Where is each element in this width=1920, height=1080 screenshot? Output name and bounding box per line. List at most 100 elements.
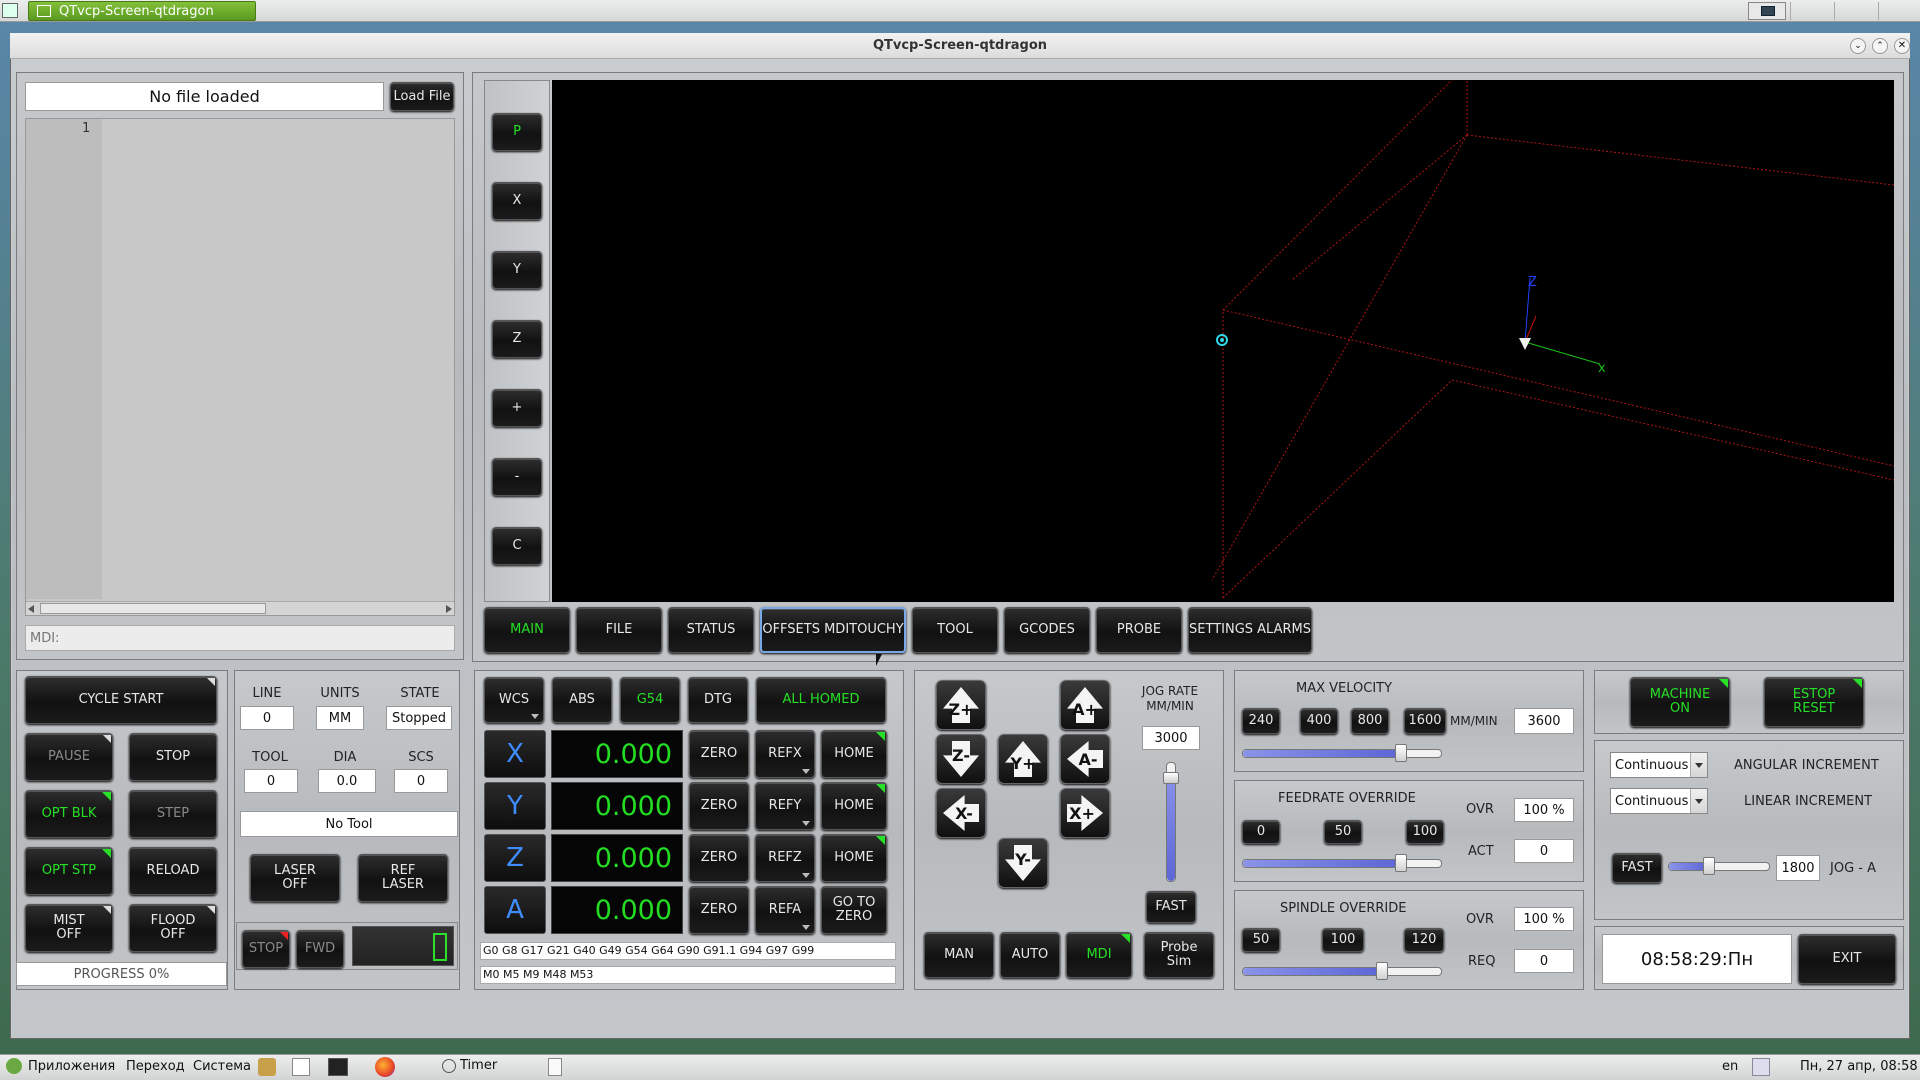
- terminal-icon[interactable]: [328, 1058, 348, 1076]
- horizontal-scrollbar[interactable]: [26, 601, 454, 615]
- home-x-button[interactable]: HOME: [821, 730, 887, 778]
- jog-z-plus-button[interactable]: Z+: [936, 680, 986, 730]
- zero-a-button[interactable]: ZERO: [689, 886, 749, 934]
- jog-rate-slider-knob[interactable]: [1163, 772, 1179, 785]
- jog-y-minus-button[interactable]: Y-: [998, 838, 1048, 888]
- zoom-out-button[interactable]: -: [492, 458, 542, 496]
- spindle-slider-knob[interactable]: [1375, 962, 1388, 980]
- zoom-in-button[interactable]: +: [492, 389, 542, 427]
- laser-off-button[interactable]: LASER OFF: [250, 854, 340, 902]
- angular-increment-select[interactable]: Continuous: [1610, 752, 1708, 778]
- tab-offsets-mditouchy[interactable]: OFFSETS MDITOUCHY: [760, 607, 906, 653]
- workspace-2[interactable]: [1790, 2, 1830, 20]
- x-axis-label[interactable]: X: [484, 730, 546, 778]
- workspace-switcher-icon[interactable]: [1748, 2, 1786, 20]
- max-vel-240-button[interactable]: 240: [1242, 708, 1280, 734]
- flood-button[interactable]: FLOOD OFF: [129, 904, 217, 952]
- spindle-100-button[interactable]: 100: [1322, 928, 1364, 952]
- cycle-start-button[interactable]: CYCLE START: [25, 676, 217, 724]
- spindle-50-button[interactable]: 50: [1242, 928, 1280, 952]
- wcs-button[interactable]: WCS: [484, 677, 544, 723]
- y-axis-label[interactable]: Y: [484, 782, 546, 830]
- window-list-button[interactable]: [548, 1058, 562, 1076]
- feedrate-slider-knob[interactable]: [1395, 854, 1408, 872]
- jog-z-minus-button[interactable]: Z-: [936, 734, 986, 784]
- workspace-3[interactable]: [1834, 2, 1874, 20]
- opt-blk-button[interactable]: OPT BLK: [25, 790, 113, 838]
- spindle-fwd-button[interactable]: FWD: [296, 930, 344, 968]
- max-velocity-slider-knob[interactable]: [1395, 744, 1408, 762]
- stop-button[interactable]: STOP: [129, 733, 217, 781]
- abs-button[interactable]: ABS: [552, 677, 612, 723]
- keyboard-layout[interactable]: en: [1722, 1059, 1738, 1074]
- mode-auto-button[interactable]: AUTO: [1000, 932, 1060, 978]
- jog-a-value[interactable]: 1800: [1776, 855, 1820, 881]
- reload-button[interactable]: RELOAD: [129, 847, 217, 895]
- jog-a-fast-button[interactable]: FAST: [1612, 853, 1662, 883]
- clear-plot-button[interactable]: C: [492, 527, 542, 565]
- jog-a-slider[interactable]: [1668, 857, 1770, 875]
- spindle-stop-button[interactable]: STOP: [242, 930, 290, 968]
- scroll-left-icon[interactable]: [28, 605, 34, 613]
- preview-z-button[interactable]: Z: [492, 320, 542, 358]
- linear-increment-select[interactable]: Continuous: [1610, 788, 1708, 814]
- zero-y-button[interactable]: ZERO: [689, 782, 749, 830]
- zero-z-button[interactable]: ZERO: [689, 834, 749, 882]
- show-desktop-icon[interactable]: [2, 3, 18, 18]
- feed-100-button[interactable]: 100: [1406, 820, 1444, 844]
- minimize-icon[interactable]: ⌄: [1850, 38, 1866, 54]
- feed-0-button[interactable]: 0: [1242, 820, 1280, 844]
- tab-probe[interactable]: PROBE: [1096, 607, 1182, 653]
- jog-x-plus-button[interactable]: X+: [1060, 788, 1110, 838]
- preview-y-button[interactable]: Y: [492, 251, 542, 289]
- refz-button[interactable]: REFZ: [755, 834, 815, 882]
- z-axis-label[interactable]: Z: [484, 834, 546, 882]
- system-menu[interactable]: Система: [193, 1059, 251, 1074]
- refx-button[interactable]: REFX: [755, 730, 815, 778]
- machine-on-button[interactable]: MACHINE ON: [1630, 677, 1730, 727]
- load-file-button[interactable]: Load File: [390, 82, 454, 111]
- refa-button[interactable]: REFA: [755, 886, 815, 934]
- home-y-button[interactable]: HOME: [821, 782, 887, 830]
- gcode-preview-canvas[interactable]: Z x: [552, 80, 1894, 602]
- go-to-zero-a-button[interactable]: GO TO ZERO: [821, 886, 887, 934]
- dtg-button[interactable]: DTG: [688, 677, 748, 723]
- scroll-right-icon[interactable]: [446, 605, 452, 613]
- places-menu[interactable]: Переход: [126, 1059, 185, 1074]
- workspace-4[interactable]: [1878, 2, 1918, 20]
- firefox-icon[interactable]: [375, 1057, 395, 1077]
- jog-a-minus-button[interactable]: A-: [1060, 734, 1110, 784]
- text-editor-icon[interactable]: [292, 1058, 310, 1076]
- tab-settings-alarms[interactable]: SETTINGS ALARMS: [1188, 607, 1312, 653]
- apps-menu[interactable]: Приложения: [6, 1058, 115, 1074]
- preview-p-button[interactable]: P: [492, 113, 542, 151]
- estop-reset-button[interactable]: ESTOP RESET: [1764, 677, 1864, 727]
- spindle-slider[interactable]: [1242, 962, 1442, 980]
- mdi-input[interactable]: MDI:: [25, 625, 455, 651]
- taskbar-window-button[interactable]: QTvcp-Screen-qtdragon: [28, 1, 256, 21]
- ref-laser-button[interactable]: REF LASER: [358, 854, 448, 902]
- jog-rate-slider[interactable]: [1163, 762, 1179, 882]
- close-icon[interactable]: ✕: [1894, 38, 1910, 54]
- max-velocity-slider[interactable]: [1242, 744, 1442, 762]
- jog-a-plus-button[interactable]: A+: [1060, 680, 1110, 730]
- timer-applet[interactable]: Timer: [442, 1058, 497, 1073]
- mode-mdi-button[interactable]: MDI: [1066, 932, 1132, 978]
- a-axis-label[interactable]: A: [484, 886, 546, 934]
- max-vel-800-button[interactable]: 800: [1351, 708, 1389, 734]
- jog-y-plus-button[interactable]: Y+: [998, 734, 1048, 784]
- home-z-button[interactable]: HOME: [821, 834, 887, 882]
- jog-rate-value[interactable]: 3000: [1142, 726, 1200, 750]
- tab-status[interactable]: STATUS: [668, 607, 754, 653]
- feed-50-button[interactable]: 50: [1324, 820, 1362, 844]
- maximize-icon[interactable]: ⌃: [1872, 38, 1888, 54]
- tab-gcodes[interactable]: GCODES: [1004, 607, 1090, 653]
- mist-button[interactable]: MIST OFF: [25, 904, 113, 952]
- preview-x-button[interactable]: X: [492, 182, 542, 220]
- jog-fast-button[interactable]: FAST: [1146, 891, 1196, 923]
- step-button[interactable]: STEP: [129, 790, 217, 838]
- opt-stp-button[interactable]: OPT STP: [25, 847, 113, 895]
- max-vel-1600-button[interactable]: 1600: [1404, 708, 1446, 734]
- zero-x-button[interactable]: ZERO: [689, 730, 749, 778]
- tab-file[interactable]: FILE: [576, 607, 662, 653]
